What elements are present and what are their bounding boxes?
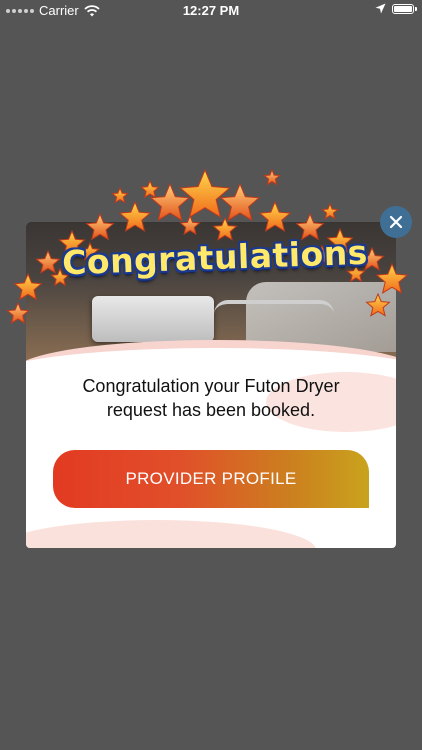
status-time: 12:27 PM <box>182 3 240 18</box>
provider-profile-button[interactable]: PROVIDER PROFILE <box>53 450 369 508</box>
status-right <box>375 3 417 14</box>
star-icon <box>179 168 231 219</box>
star-icon <box>118 200 152 232</box>
status-bar: Carrier 12:27 PM <box>0 0 422 22</box>
star-icon <box>258 200 292 232</box>
star-icon <box>85 212 115 241</box>
star-icon <box>13 272 43 301</box>
decorative-blob-bottom <box>26 520 316 548</box>
star-icon <box>179 214 201 236</box>
star-icon <box>263 168 281 186</box>
booking-message-text: Congratulation your Futon Dryer request … <box>82 376 340 420</box>
close-icon <box>389 215 403 229</box>
battery-icon <box>392 3 417 14</box>
close-button[interactable] <box>380 206 412 238</box>
star-icon <box>6 301 30 324</box>
booking-message: Congratulation your Futon Dryer request … <box>26 374 396 422</box>
star-icon <box>111 186 129 204</box>
star-icon <box>321 202 339 220</box>
location-arrow-icon <box>375 3 386 14</box>
star-icon <box>140 179 160 199</box>
star-icon <box>365 292 391 317</box>
